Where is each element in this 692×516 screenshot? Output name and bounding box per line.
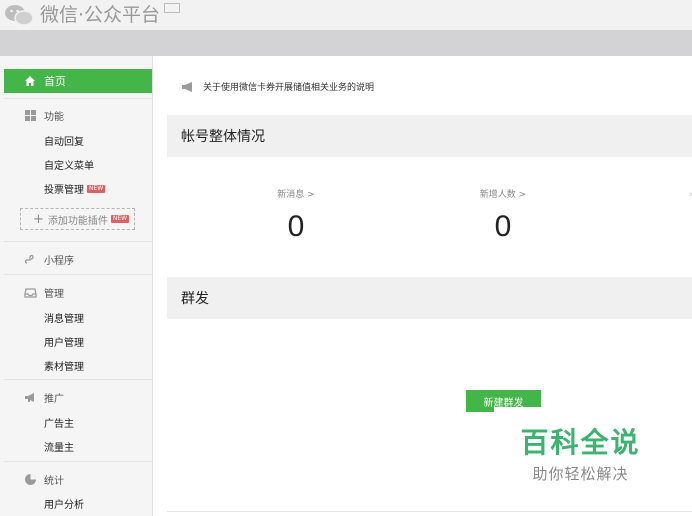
sidebar-item-publisher[interactable]: 流量主: [44, 439, 74, 454]
mass-send-header: 群发: [167, 277, 692, 319]
new-badge: NEW: [87, 184, 106, 193]
sidebar-item-label: 自动回复: [44, 137, 84, 148]
group-label: 功能: [44, 112, 64, 123]
add-plugin-button[interactable]: + 添加功能插件 NEW: [20, 208, 135, 230]
new-badge: NEW: [110, 215, 130, 223]
sidebar-group-manage: 管理: [24, 285, 64, 300]
sidebar-item-label: 用户分析: [44, 500, 84, 511]
notice-text: 关于使用微信卡券开展储值相关业务的说明: [203, 83, 375, 93]
mini-program-icon: [24, 254, 34, 264]
sidebar: 首页 功能 自动回复 自定义菜单 投票管理 NEW + 添加功能插件 NEW 小…: [0, 56, 153, 516]
section-title: 群发: [181, 291, 209, 307]
stat-value: 0: [494, 210, 512, 243]
group-label: 推广: [44, 394, 64, 405]
group-label: 统计: [44, 476, 64, 487]
divider: [4, 241, 152, 242]
sidebar-item-label: 流量主: [44, 443, 74, 454]
sidebar-item-message-manage[interactable]: 消息管理: [44, 310, 84, 325]
sidebar-item-label: 广告主: [44, 419, 74, 430]
wechat-logo-icon: [5, 5, 34, 26]
sidebar-item-label: 小程序: [44, 256, 74, 267]
sidebar-item-label: 消息管理: [44, 314, 84, 325]
stat-label: 新消息 >: [277, 190, 315, 200]
sidebar-group-promote: 推广: [24, 390, 64, 405]
stat-label: 新增人数 >: [479, 190, 527, 200]
divider: [4, 379, 152, 380]
watermark-sub-text: 助你轻松解决: [532, 465, 629, 483]
add-plugin-label: 添加功能插件: [47, 215, 108, 227]
group-label: 管理: [44, 289, 64, 300]
stat-new-messages[interactable]: 新消息 > 0: [236, 187, 356, 244]
divider: [167, 511, 692, 512]
sidebar-item-label: 用户管理: [44, 338, 84, 349]
beta-badge: [164, 3, 181, 13]
sidebar-item-label: 素材管理: [44, 362, 84, 373]
sidebar-item-user-manage[interactable]: 用户管理: [44, 334, 84, 349]
section-title: 帐号整体情况: [181, 129, 265, 145]
platform-title[interactable]: 微信·公众平台: [40, 0, 160, 27]
sidebar-group-features: 功能: [24, 108, 64, 123]
top-header: 微信·公众平台: [0, 0, 692, 30]
divider: [4, 461, 152, 462]
grid-icon: [25, 110, 36, 121]
home-icon: [25, 76, 35, 86]
sidebar-item-vote-manage[interactable]: 投票管理 NEW: [44, 181, 106, 196]
sidebar-group-stats: 统计: [24, 472, 64, 487]
header-band: [0, 30, 692, 56]
sidebar-item-advertiser[interactable]: 广告主: [44, 415, 74, 430]
sidebar-item-label: 自定义菜单: [44, 161, 94, 172]
plus-icon: +: [33, 211, 44, 227]
sidebar-item-material-manage[interactable]: 素材管理: [44, 358, 84, 373]
sidebar-item-custom-menu[interactable]: 自定义菜单: [44, 157, 94, 172]
sidebar-item-home[interactable]: 首页: [4, 69, 152, 93]
inbox-icon: [24, 288, 37, 298]
stat-new-followers[interactable]: 新增人数 > 0: [443, 187, 563, 244]
account-overview-header: 帐号整体情况: [167, 115, 692, 157]
watermark: 百科全说 助你轻松解决: [494, 407, 667, 492]
stat-value: 0: [287, 210, 305, 243]
sidebar-item-label: 首页: [44, 75, 66, 88]
divider: [4, 274, 152, 275]
divider: [4, 98, 152, 99]
sidebar-item-mini-program[interactable]: 小程序: [24, 252, 74, 267]
watermark-main-text: 百科全说: [520, 426, 641, 459]
pie-chart-icon: [25, 474, 36, 485]
sidebar-item-label: 投票管理: [44, 185, 84, 196]
notice-link[interactable]: 关于使用微信卡券开展储值相关业务的说明: [181, 80, 374, 93]
sidebar-item-auto-reply[interactable]: 自动回复: [44, 133, 84, 148]
megaphone-icon: [25, 393, 34, 402]
megaphone-icon: [182, 81, 192, 92]
sidebar-item-user-analysis[interactable]: 用户分析: [44, 496, 84, 511]
